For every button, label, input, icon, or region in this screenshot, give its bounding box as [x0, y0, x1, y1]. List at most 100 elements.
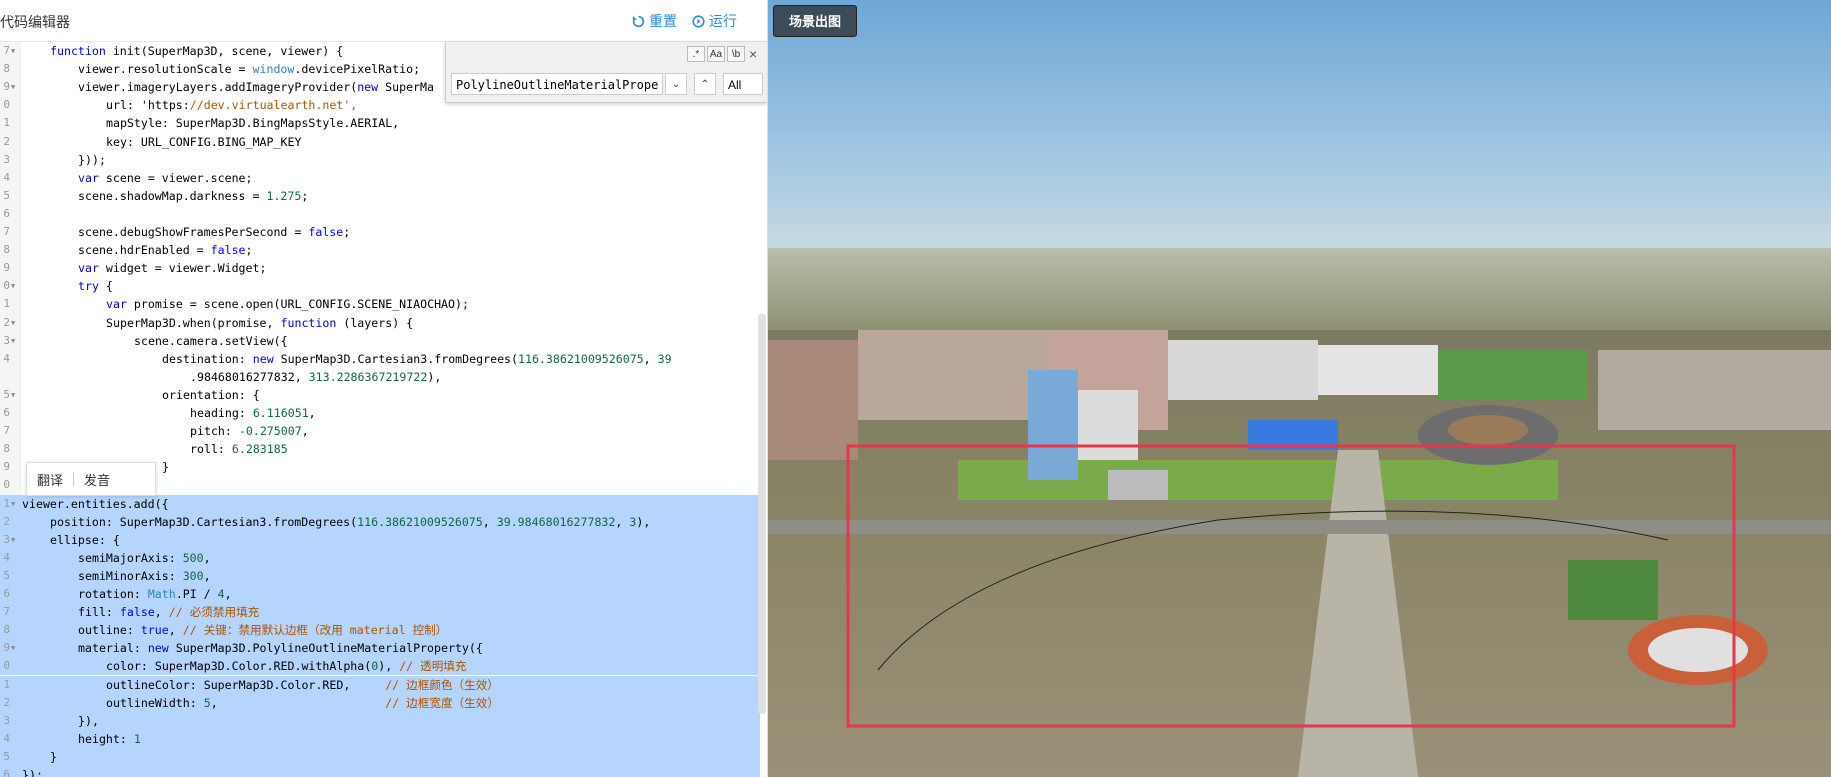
fold-icon[interactable]: ▼	[11, 332, 15, 350]
code-line[interactable]: 4 var scene = viewer.scene;	[0, 169, 760, 187]
code-line[interactable]: 1 mapStyle: SuperMap3D.BingMapsStyle.AERI…	[0, 114, 760, 132]
line-number: 2	[3, 514, 10, 528]
code-text: }	[50, 749, 57, 764]
code-text: heading: 6.116051,	[190, 406, 316, 420]
pronounce-button[interactable]: 发音	[74, 470, 120, 489]
find-all-button[interactable]: All	[723, 73, 763, 95]
code-line[interactable]: 6});	[0, 766, 760, 777]
code-line[interactable]: 1 ▼ viewer.entities.add({	[0, 494, 760, 513]
line-number: 5	[3, 188, 10, 202]
code-text: var promise = scene.open(URL_CONFIG.SCEN…	[106, 297, 469, 312]
code-line[interactable]: 2 outlineWidth: 5, // 边框宽度（生效）	[0, 693, 760, 712]
code-line[interactable]: 7 pitch: -0.275007,	[0, 422, 760, 440]
code-text: function init(SuperMap3D, scene, viewer)…	[50, 44, 344, 58]
code-line[interactable]: 2 ▼ SuperMap3D.when(promise, function (lay…	[0, 314, 760, 332]
code-area[interactable]: 7 ▼ function init(SuperMap3D, scene, viewe…	[0, 42, 767, 777]
code-text: scene.camera.setView({	[134, 333, 288, 348]
translate-button[interactable]: 翻译	[27, 470, 73, 489]
code-line[interactable]: 4 destination: new SuperMap3D.Cartesian3.…	[0, 350, 760, 368]
code-text: SuperMap3D.when(promise, function (layer…	[106, 315, 414, 330]
code-line[interactable]: 3}),	[0, 711, 760, 730]
map-viewer[interactable]	[768, 0, 1831, 777]
whole-word-toggle[interactable]: \b	[727, 46, 745, 62]
reset-icon	[632, 15, 645, 27]
code-line[interactable]: 1 outlineColor: SuperMap3D.Color.RED, // …	[0, 675, 760, 694]
reset-button[interactable]: 重置	[632, 11, 677, 31]
code-text: height: 1	[78, 731, 141, 746]
reset-label: 重置	[649, 13, 677, 29]
code-line[interactable]: 5}	[0, 747, 760, 766]
play-circle-icon	[692, 14, 705, 28]
fold-icon[interactable]: ▼	[11, 495, 15, 513]
editor-scrollbar[interactable]	[758, 314, 766, 714]
code-line[interactable]: 4 semiMajorAxis: 500,	[0, 548, 760, 567]
code-text: }));	[78, 152, 106, 167]
find-input[interactable]: PolylineOutlineMaterialPrope	[451, 73, 663, 95]
code-line[interactable]: 6	[0, 205, 760, 223]
code-line[interactable]: 8 outline: true, // 关键：禁用默认边框（改用 material…	[0, 621, 760, 640]
line-number: 2	[3, 695, 10, 709]
line-number: 1	[3, 297, 10, 311]
line-number: 9	[3, 80, 10, 94]
line-number: 0	[3, 478, 10, 492]
code-line[interactable]: 3 ▼ scene.camera.setView({	[0, 332, 760, 350]
line-number: 0	[3, 98, 10, 112]
line-number: 9	[3, 460, 10, 474]
line-number: 7	[3, 225, 10, 238]
code-text: var scene = viewer.scene;	[78, 170, 253, 185]
code-text: material: new SuperMap3D.PolylineOutline…	[78, 641, 483, 656]
scene-export-button[interactable]: 场景出图	[773, 5, 857, 37]
code-line[interactable]: 2 key: URL_CONFIG.BING_MAP_KEY	[0, 133, 760, 151]
line-number: 8	[3, 623, 10, 637]
code-line[interactable]: .98468016277832, 313.2286367219722),	[0, 368, 760, 386]
fold-icon[interactable]: ▼	[11, 639, 15, 657]
line-number: 2	[3, 315, 10, 329]
code-line[interactable]: 5 scene.shadowMap.darkness = 1.275;	[0, 187, 760, 205]
ellipse-outline-line	[877, 510, 1669, 671]
code-line[interactable]: 5 ▼ orientation: {	[0, 386, 760, 404]
fold-icon[interactable]: ▼	[11, 386, 15, 404]
fold-icon[interactable]: ▼	[11, 314, 15, 332]
find-next-button[interactable]: ⌄	[665, 73, 687, 95]
code-line[interactable]: 9 ▼ material: new SuperMap3D.PolylineOutli…	[0, 639, 760, 658]
line-number: 4	[3, 731, 10, 745]
fold-icon[interactable]: ▼	[11, 531, 15, 549]
close-icon[interactable]: ×	[749, 46, 757, 62]
code-line[interactable]: 0 color: SuperMap3D.Color.RED.withAlpha(0…	[0, 657, 760, 676]
code-line[interactable]: 8 scene.hdrEnabled = false;	[0, 241, 760, 259]
code-line[interactable]: 7 fill: false, // 必须禁用填充	[0, 603, 760, 622]
find-prev-button[interactable]: ⌃	[694, 73, 716, 95]
code-editor-panel: 代码编辑器 重置 运行 7 ▼ function init(SuperMap3D, …	[0, 0, 768, 777]
code-line[interactable]: 5 semiMinorAxis: 300,	[0, 566, 760, 585]
code-line[interactable]: 0 ▼ try {	[0, 277, 760, 295]
code-line[interactable]: 3}));	[0, 151, 760, 169]
code-line[interactable]: 7 scene.debugShowFramesPerSecond = false;	[0, 223, 760, 241]
fold-icon[interactable]: ▼	[11, 78, 15, 96]
code-text: var widget = viewer.Widget;	[78, 261, 267, 276]
code-line[interactable]: 4 height: 1	[0, 729, 760, 748]
code-line[interactable]: 6 heading: 6.116051,	[0, 404, 760, 422]
code-line[interactable]: 3 ▼ ellipse: {	[0, 530, 760, 549]
case-toggle[interactable]: Aa	[707, 46, 725, 62]
code-text: outlineColor: SuperMap3D.Color.RED, // 边…	[106, 677, 499, 692]
line-number: 9	[3, 641, 10, 655]
find-widget: .* Aa \b × PolylineOutlineMaterialPrope …	[445, 42, 767, 103]
code-line[interactable]: 8 roll: 6.283185	[0, 440, 760, 458]
code-text: destination: new SuperMap3D.Cartesian3.f…	[162, 351, 672, 366]
line-number: 3	[3, 713, 10, 727]
code-text: });	[22, 768, 43, 777]
regex-toggle[interactable]: .*	[687, 46, 705, 62]
line-number: 4	[3, 170, 10, 184]
run-label: 运行	[709, 13, 737, 29]
code-text: outlineWidth: 5, // 边框宽度（生效）	[106, 695, 499, 710]
code-line[interactable]: 9 var widget = viewer.Widget;	[0, 259, 760, 277]
code-line[interactable]: 6 rotation: Math.PI / 4,	[0, 585, 760, 603]
code-line[interactable]: 2 position: SuperMap3D.Cartesian3.fromDeg…	[0, 512, 760, 531]
line-number: 1	[3, 116, 10, 130]
code-line[interactable]: 1 var promise = scene.open(URL_CONFIG.SCE…	[0, 295, 760, 313]
fold-icon[interactable]: ▼	[11, 42, 15, 60]
run-button[interactable]: 运行	[692, 11, 737, 31]
code-text: .98468016277832, 313.2286367219722),	[190, 369, 442, 384]
office-building	[1078, 390, 1138, 460]
fold-icon[interactable]: ▼	[11, 277, 15, 295]
